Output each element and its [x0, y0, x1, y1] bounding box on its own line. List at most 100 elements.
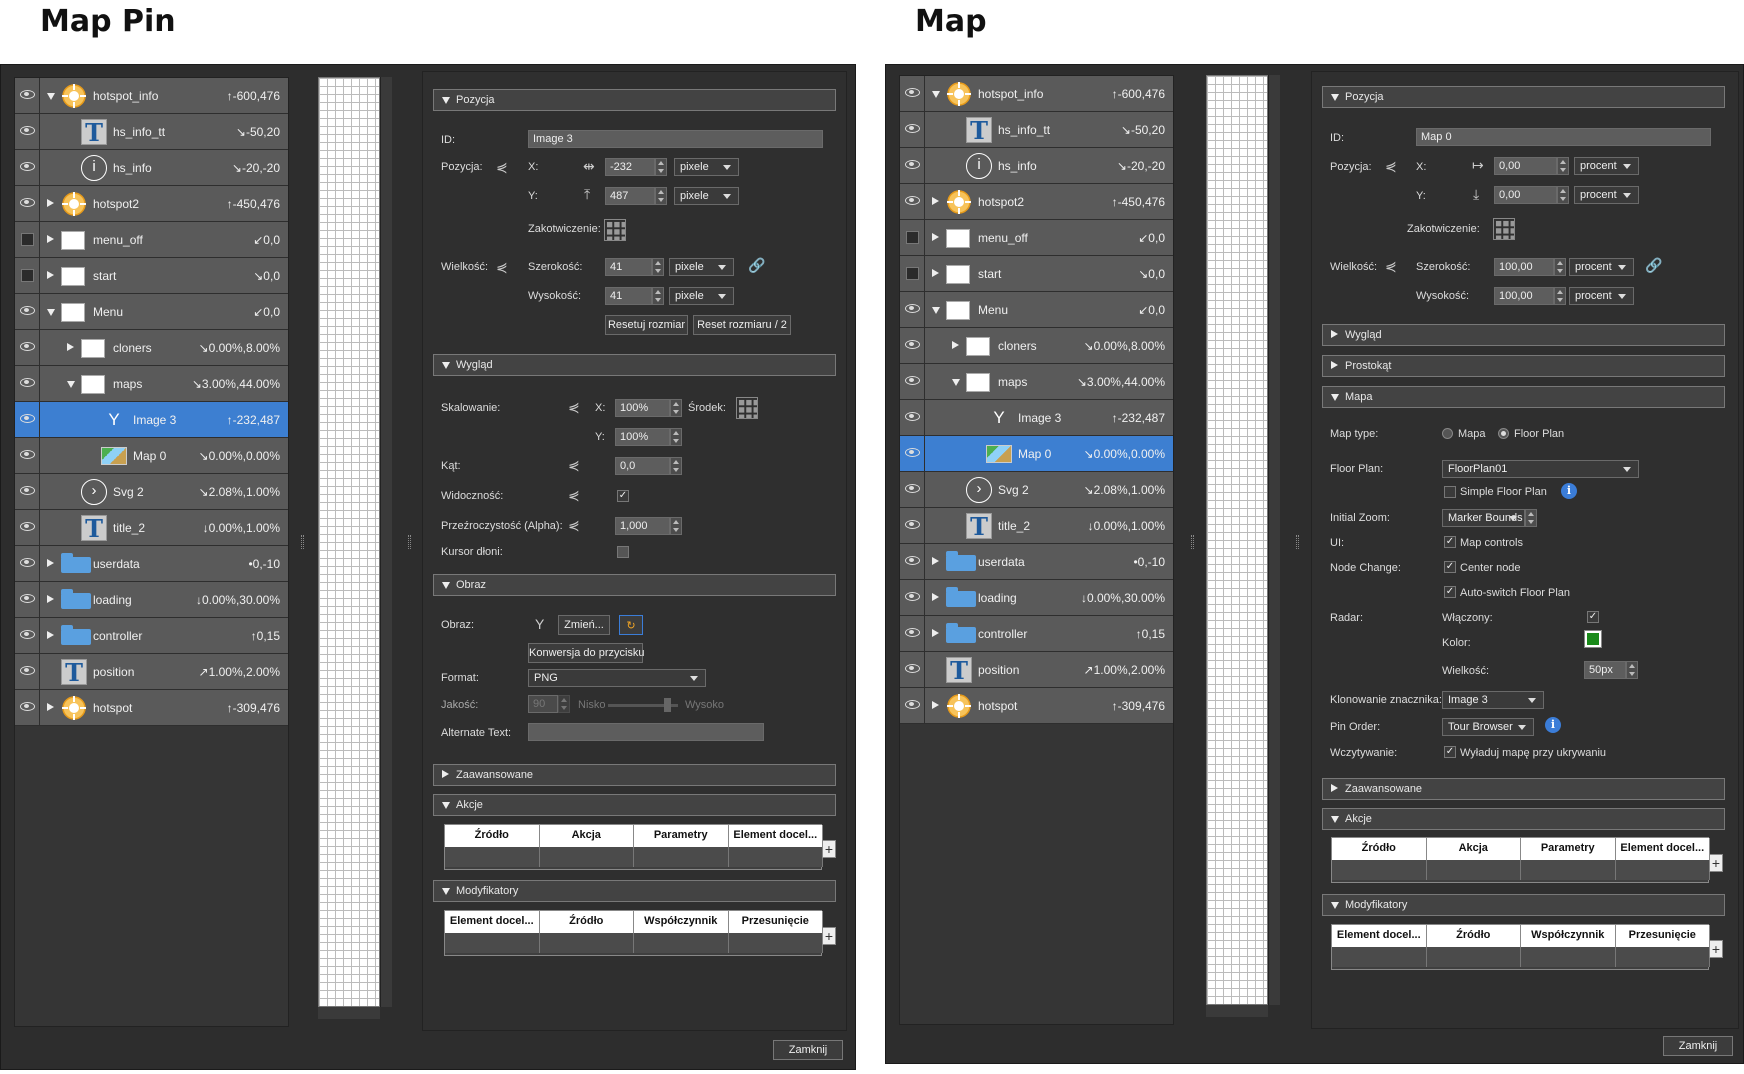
expand-arrow-icon[interactable]: [47, 235, 54, 243]
tree-row[interactable]: hotspot2 ↑-450,476: [15, 186, 288, 222]
table-header[interactable]: Współczynnik: [1521, 925, 1616, 947]
tree-row[interactable]: hotspot2 ↑-450,476: [900, 184, 1173, 220]
section-zaawansowane[interactable]: Zaawansowane: [433, 764, 836, 786]
visibility-toggle[interactable]: [900, 544, 925, 579]
horizontal-anchor-icon[interactable]: ↦: [1472, 158, 1486, 172]
tree-row[interactable]: Y Image 3 ↑-232,487: [900, 400, 1173, 436]
tree-row[interactable]: Ttitle_2 ↓0.00%,1.00%: [15, 510, 288, 546]
scale-y-stepper[interactable]: [670, 428, 682, 446]
info-icon[interactable]: i: [1561, 483, 1577, 499]
width-stepper[interactable]: [652, 258, 664, 276]
visibility-toggle[interactable]: [900, 616, 925, 651]
tree-row[interactable]: start ↘0,0: [900, 256, 1173, 292]
visibility-toggle[interactable]: [15, 618, 40, 653]
canvas-horizontal-scrollbar[interactable]: [318, 1007, 380, 1019]
tree-row[interactable]: cloners ↘0.00%,8.00%: [15, 330, 288, 366]
expand-arrow-icon[interactable]: [932, 233, 939, 241]
tree-row[interactable]: hotspot_info ↑-600,476: [15, 78, 288, 114]
reset-size-half-button[interactable]: Reset rozmiaru / 2: [693, 315, 791, 335]
tree-row[interactable]: hotspot ↑-309,476: [15, 690, 288, 726]
table-header[interactable]: Akcja: [539, 825, 634, 847]
height-unit-dropdown[interactable]: procent: [1569, 287, 1634, 305]
tree-row[interactable]: Ths_info_tt ↘-50,20: [15, 114, 288, 150]
expand-arrow-icon[interactable]: [932, 197, 939, 205]
share-angle-icon[interactable]: ⋞: [568, 458, 582, 472]
canvas-vertical-scrollbar[interactable]: [380, 77, 392, 1007]
section-pozycja[interactable]: Pozycja: [1322, 86, 1725, 108]
height-stepper[interactable]: [652, 287, 664, 305]
close-button[interactable]: Zamknij: [1663, 1036, 1733, 1056]
section-prostokat[interactable]: Prostokąt: [1322, 355, 1725, 377]
anchor-grid[interactable]: [604, 219, 626, 241]
tree-row[interactable]: loading ↓0.00%,30.00%: [15, 582, 288, 618]
visibility-toggle[interactable]: [900, 220, 925, 255]
center-node-checkbox[interactable]: ✓: [1444, 561, 1456, 573]
tree-row[interactable]: Ths_info_tt ↘-50,20: [900, 112, 1173, 148]
share-scale-icon[interactable]: ⋞: [568, 400, 582, 414]
expand-arrow-icon[interactable]: [932, 701, 939, 709]
visibility-toggle[interactable]: [15, 690, 40, 725]
height-stepper[interactable]: [1554, 287, 1566, 305]
section-zaawansowane[interactable]: Zaawansowane: [1322, 778, 1725, 800]
alt-text-field[interactable]: [528, 723, 764, 741]
table-cell[interactable]: [1615, 860, 1710, 880]
splitter-handle[interactable]: [1191, 535, 1194, 549]
visibility-toggle[interactable]: [900, 400, 925, 435]
share-position-icon[interactable]: ⋞: [1385, 159, 1399, 173]
tree-row[interactable]: userdata •0,-10: [15, 546, 288, 582]
visibility-toggle[interactable]: [15, 402, 40, 437]
visibility-toggle[interactable]: [900, 292, 925, 327]
visibility-toggle[interactable]: [15, 330, 40, 365]
visibility-toggle[interactable]: [900, 652, 925, 687]
tree-row[interactable]: maps ↘3.00%,44.00%: [15, 366, 288, 402]
table-header[interactable]: Przesunięcie: [1615, 925, 1710, 947]
section-akcje[interactable]: Akcje: [1322, 808, 1725, 830]
tree-row[interactable]: Ttitle_2 ↓0.00%,1.00%: [900, 508, 1173, 544]
visibility-toggle[interactable]: [15, 114, 40, 149]
table-header[interactable]: Element docel...: [1615, 838, 1710, 860]
x-stepper[interactable]: [1557, 157, 1569, 175]
expand-arrow-icon[interactable]: [47, 199, 54, 207]
x-stepper[interactable]: [655, 158, 667, 176]
center-grid[interactable]: [736, 397, 758, 419]
table-header[interactable]: Źródło: [1426, 925, 1521, 947]
tree-row[interactable]: Menu ↙0,0: [15, 294, 288, 330]
marker-clone-dropdown[interactable]: Image 3: [1442, 691, 1544, 709]
add-action-button[interactable]: +: [1709, 854, 1723, 872]
table-header[interactable]: Źródło: [1332, 838, 1427, 860]
expand-arrow-icon[interactable]: [47, 559, 54, 567]
section-mapa[interactable]: Mapa: [1322, 386, 1725, 408]
visibility-toggle[interactable]: [15, 150, 40, 185]
share-size-icon[interactable]: ⋞: [496, 260, 510, 274]
radar-size-stepper[interactable]: [1626, 661, 1638, 679]
anchor-grid[interactable]: [1493, 218, 1515, 240]
link-icon[interactable]: 🔗: [1645, 258, 1662, 272]
expand-arrow-icon[interactable]: [932, 629, 939, 637]
width-field[interactable]: 100,00: [1494, 258, 1554, 276]
collapse-arrow-icon[interactable]: [47, 93, 55, 100]
tree-row[interactable]: start ↘0,0: [15, 258, 288, 294]
tree-row[interactable]: cloners ↘0.00%,8.00%: [900, 328, 1173, 364]
table-cell[interactable]: [728, 847, 823, 867]
visibility-toggle[interactable]: [15, 546, 40, 581]
collapse-arrow-icon[interactable]: [67, 381, 75, 388]
expand-arrow-icon[interactable]: [47, 703, 54, 711]
visibility-toggle[interactable]: [900, 364, 925, 399]
add-modifier-button[interactable]: +: [822, 927, 836, 945]
y-unit-dropdown[interactable]: pixele: [674, 187, 739, 205]
table-cell[interactable]: [1332, 947, 1427, 967]
table-header[interactable]: Element docel...: [445, 911, 540, 933]
tree-row[interactable]: Tposition ↗1.00%,2.00%: [15, 654, 288, 690]
x-unit-dropdown[interactable]: pixele: [674, 158, 739, 176]
vertical-anchor-icon[interactable]: ⤓: [1473, 187, 1487, 201]
visibility-toggle[interactable]: [15, 294, 40, 329]
table-cell[interactable]: [1426, 947, 1521, 967]
splitter-handle[interactable]: [408, 535, 411, 549]
alpha-stepper[interactable]: [670, 517, 682, 535]
table-cell[interactable]: [728, 933, 823, 953]
expand-arrow-icon[interactable]: [67, 343, 74, 351]
tree-row[interactable]: Y Image 3 ↑-232,487: [15, 402, 288, 438]
tree-row[interactable]: controller ↑0,15: [15, 618, 288, 654]
id-field[interactable]: Map 0: [1416, 128, 1711, 146]
tree-row[interactable]: Map 0 ↘0.00%,0.00%: [15, 438, 288, 474]
